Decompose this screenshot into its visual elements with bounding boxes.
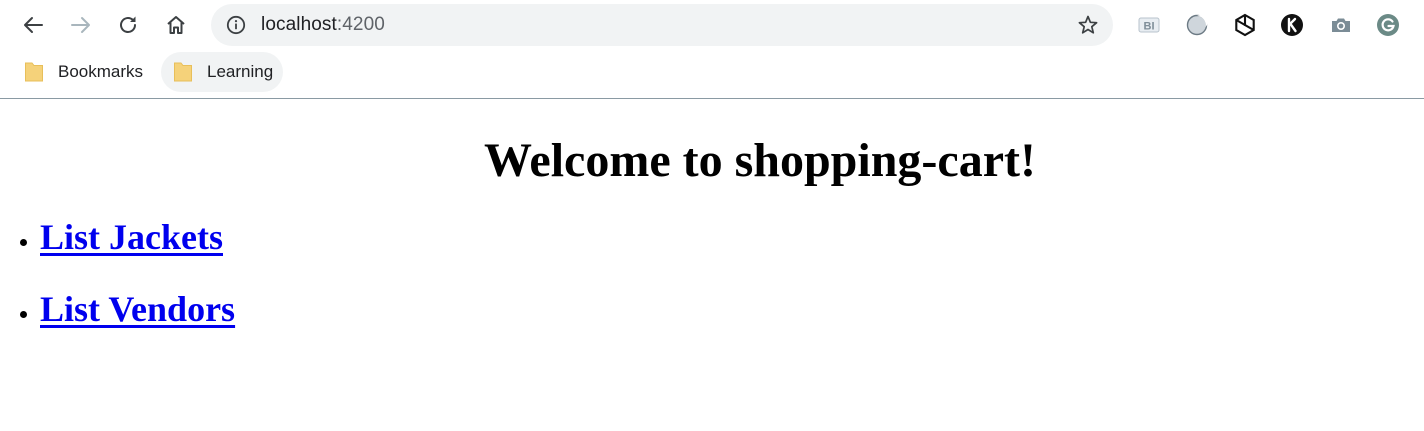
grammarly-extension-icon	[1377, 14, 1399, 36]
page-title: Welcome to shopping-cart!	[484, 134, 1036, 187]
camera-extension-icon	[1332, 18, 1350, 32]
openai-extension-button[interactable]	[1232, 12, 1258, 38]
list-vendors-link[interactable]: List Vendors	[40, 289, 235, 329]
info-icon[interactable]	[226, 15, 246, 35]
folder-icon	[174, 62, 192, 82]
page-content: Welcome to shopping-cart! List Jackets L…	[0, 99, 1424, 431]
bookmark-folder-learning[interactable]: Learning	[161, 52, 284, 92]
browser-toolbar: localhost:4200 BI	[0, 0, 1424, 50]
home-icon	[167, 16, 185, 34]
reload-button[interactable]	[111, 8, 145, 42]
url-port: :4200	[336, 14, 385, 35]
openai-extension-icon	[1235, 13, 1255, 37]
forward-button[interactable]	[64, 8, 98, 42]
back-arrow-icon	[24, 17, 43, 33]
reload-icon	[120, 16, 136, 33]
bookmark-label: Learning	[207, 62, 274, 81]
list-jackets-link[interactable]: List Jackets	[40, 217, 223, 257]
address-bar[interactable]: localhost:4200	[211, 4, 1113, 46]
home-button[interactable]	[159, 8, 193, 42]
k-extension-icon	[1281, 14, 1303, 36]
forward-arrow-icon	[71, 17, 90, 33]
list-item: List Jackets	[40, 217, 235, 258]
bookmark-folder-bookmarks[interactable]: Bookmarks	[12, 52, 153, 92]
star-icon[interactable]	[1077, 14, 1099, 36]
url-text[interactable]: localhost:4200	[261, 4, 385, 46]
camera-extension-button[interactable]	[1328, 12, 1354, 38]
url-host: localhost	[261, 14, 337, 35]
k-extension-button[interactable]	[1279, 12, 1305, 38]
browser-chrome: localhost:4200 BI Bookmarks Learning	[0, 0, 1424, 99]
bi-extension-button[interactable]: BI	[1136, 12, 1162, 38]
folder-icon	[25, 62, 43, 82]
circle-extension-button[interactable]	[1184, 12, 1210, 38]
circle-extension-icon	[1186, 14, 1208, 36]
svg-text:BI: BI	[1144, 21, 1155, 33]
nav-link-list: List Jackets List Vendors	[0, 217, 235, 361]
back-button[interactable]	[16, 8, 50, 42]
list-item: List Vendors	[40, 289, 235, 330]
bookmarks-bar: Bookmarks Learning	[0, 50, 1424, 98]
bookmark-label: Bookmarks	[58, 62, 144, 81]
grammarly-extension-button[interactable]	[1375, 12, 1401, 38]
bi-extension-icon: BI	[1138, 17, 1160, 33]
